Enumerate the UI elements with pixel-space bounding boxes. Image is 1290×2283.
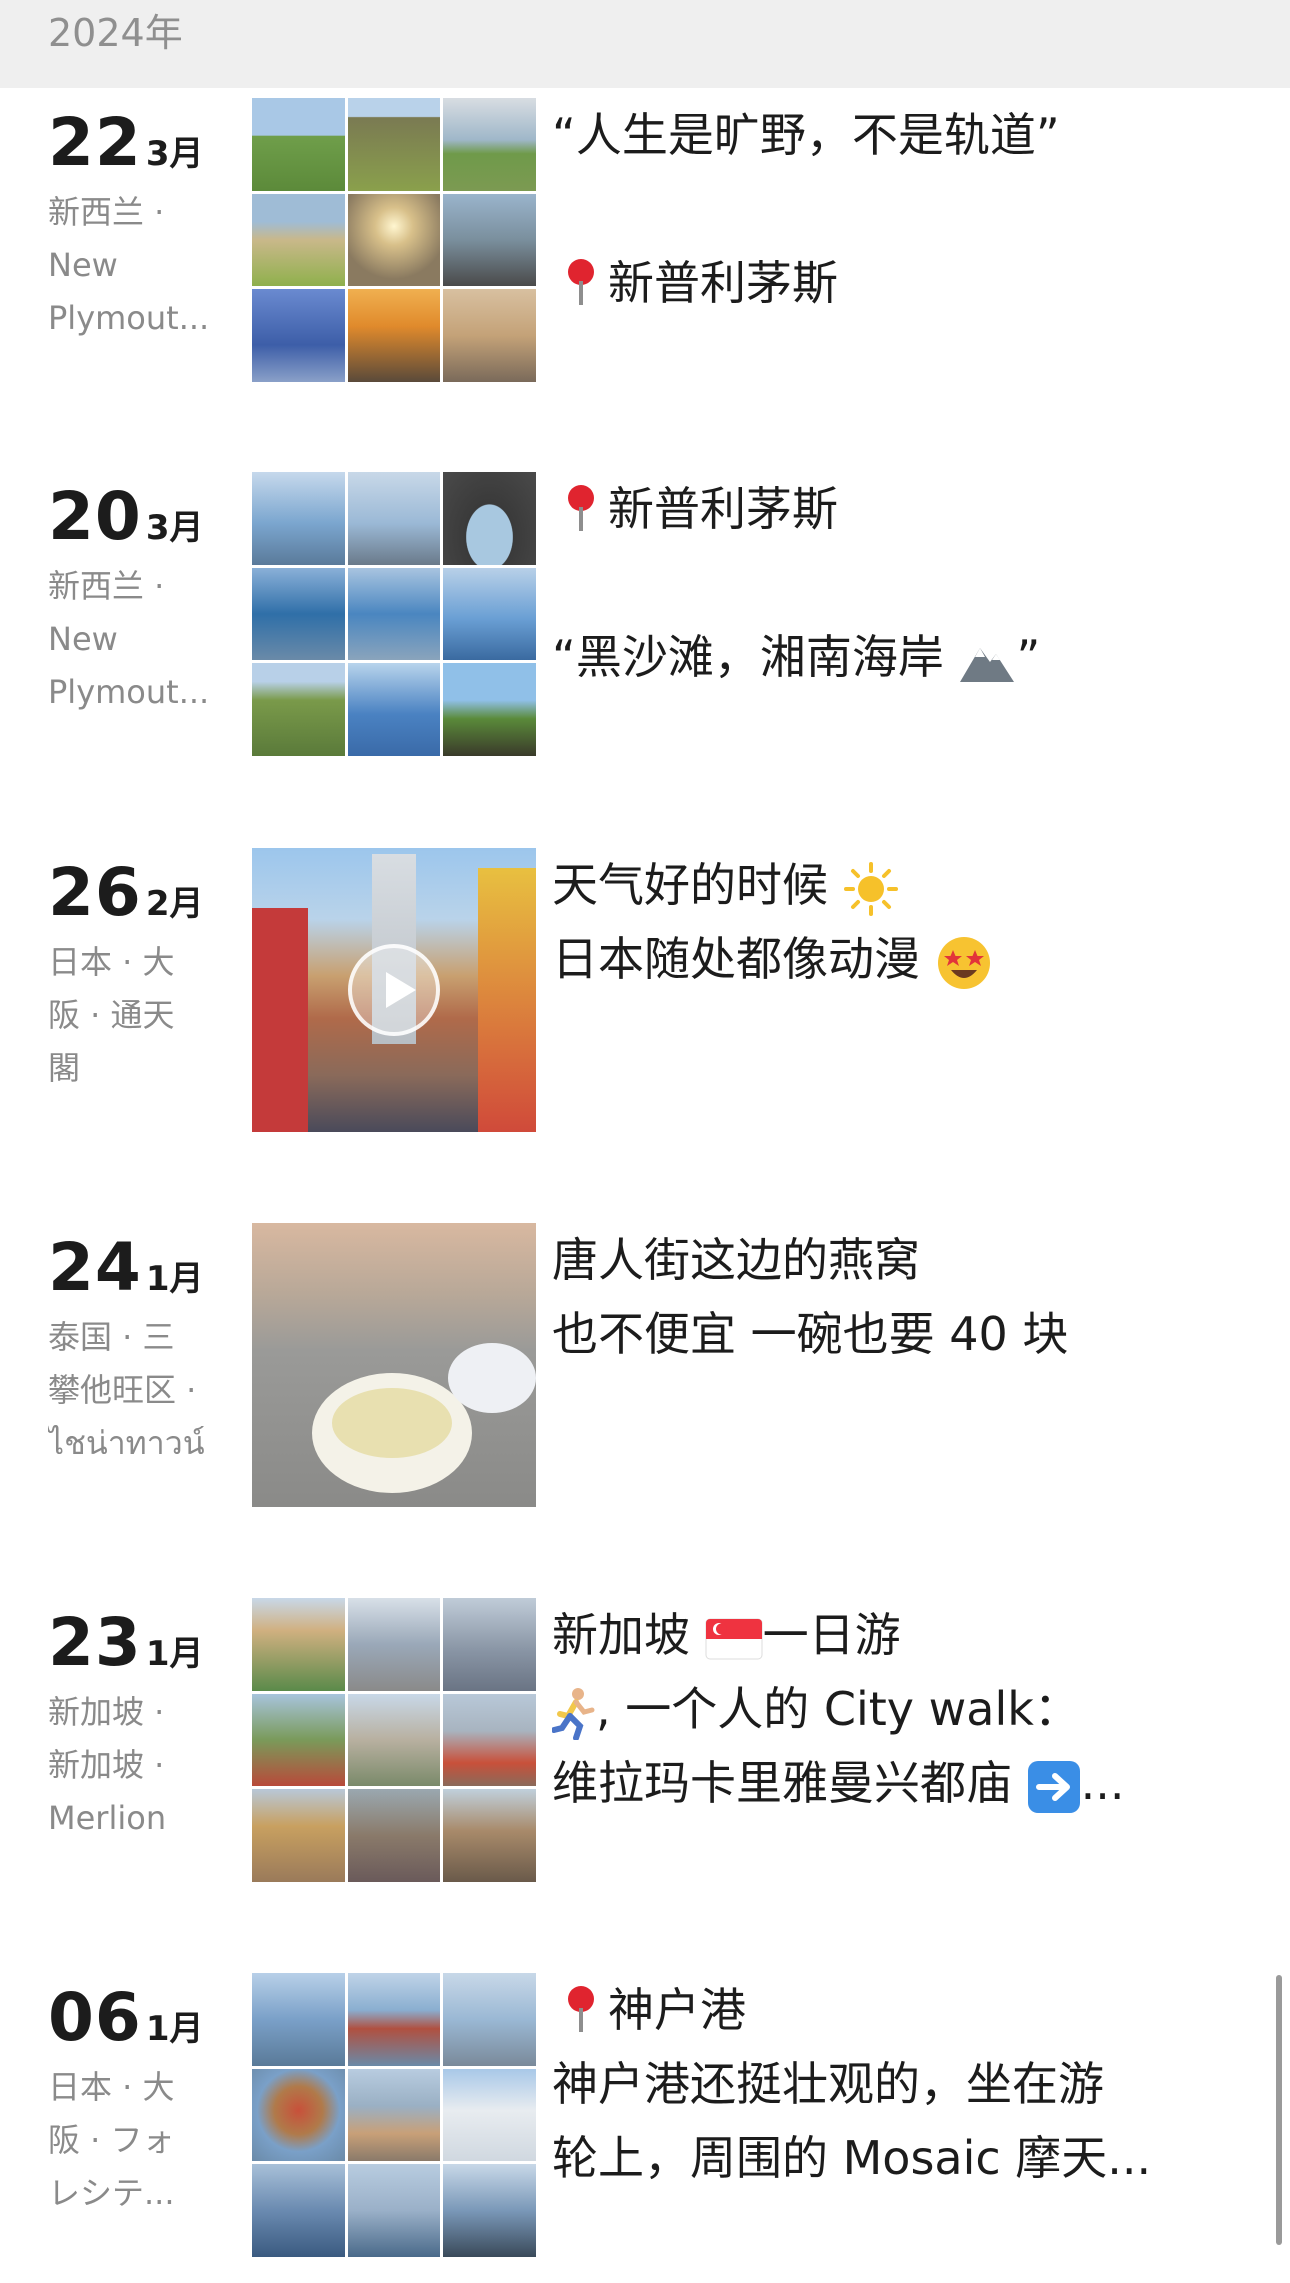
photo-thumbnail[interactable]	[347, 98, 441, 191]
photo-thumbnail[interactable]	[252, 98, 345, 191]
photo-thumbnail[interactable]	[252, 567, 345, 661]
photo-thumbnail[interactable]	[347, 1598, 441, 1691]
photo-thumbnail[interactable]	[347, 2164, 441, 2257]
moment-entry[interactable]: 22 3月 新西兰 · New Plymout... “人生是旷野，不是轨道” 新…	[0, 98, 1290, 388]
day-number: 06	[48, 1979, 142, 2056]
location-pin-icon	[566, 485, 596, 531]
entry-date: 20 3月	[48, 478, 204, 555]
photo-thumbnail[interactable]	[347, 193, 441, 287]
photo-thumbnail[interactable]	[252, 663, 345, 756]
storefront-left	[252, 908, 308, 1132]
entry-caption: 新加坡 一日游 , 一个人的 City walk： 维拉玛卡里雅曼兴都庙 ...	[552, 1598, 1212, 1820]
photo-thumbnail[interactable]	[252, 289, 345, 382]
photo-thumbnail[interactable]	[443, 472, 536, 565]
location-pin-icon	[566, 259, 596, 305]
photo-grid[interactable]	[252, 472, 536, 756]
entry-caption: 天气好的时候 日本随处都像动漫	[552, 848, 1212, 996]
entry-date: 23 1月	[48, 1604, 204, 1681]
day-number: 26	[48, 854, 142, 931]
year-header: 2024年	[0, 0, 1290, 88]
photo-thumbnail[interactable]	[347, 289, 441, 382]
entry-date: 26 2月	[48, 854, 204, 931]
location-text: 新加坡 · 新加坡 · Merlion	[48, 1693, 167, 1837]
photo-grid[interactable]	[252, 1973, 536, 2257]
month-label: 3月	[145, 134, 204, 174]
photo-thumbnail[interactable]	[443, 98, 536, 191]
location-pin-icon	[566, 1986, 596, 2032]
location-text: 日本 · 大 阪 · 通天 閣	[48, 943, 175, 1087]
photo-thumbnail[interactable]	[443, 1598, 536, 1691]
photo-thumbnail[interactable]	[443, 1693, 536, 1787]
month-label: 2月	[145, 884, 204, 924]
month-label: 1月	[145, 1634, 204, 1674]
play-icon[interactable]	[348, 944, 440, 1036]
photo-thumbnail[interactable]	[443, 1973, 536, 2066]
photo-thumbnail[interactable]	[347, 1789, 441, 1882]
location-text: 新西兰 · New Plymout...	[48, 567, 210, 711]
photo-thumbnail[interactable]	[443, 289, 536, 382]
photo-thumbnail[interactable]	[252, 1789, 345, 1882]
moment-entry[interactable]: 06 1月 日本 · 大 阪 · フォ レシテ... 神户港 神户港还挺壮观的，坐…	[0, 1973, 1290, 2263]
photo-thumbnail[interactable]	[252, 1693, 345, 1787]
right-arrow-icon	[1027, 1760, 1080, 1813]
photo-thumbnail[interactable]	[252, 2164, 345, 2257]
moment-entry[interactable]: 23 1月 新加坡 · 新加坡 · Merlion 新加坡 一日游 , 一个人的 …	[0, 1598, 1290, 1888]
photo-thumbnail[interactable]	[347, 1693, 441, 1787]
photo-grid[interactable]	[252, 98, 536, 382]
photo-thumbnail[interactable]	[443, 663, 536, 756]
photo-thumbnail[interactable]	[443, 2164, 536, 2257]
photo-thumbnail[interactable]	[347, 472, 441, 565]
storefront-right	[478, 868, 536, 1132]
photo-thumbnail[interactable]	[443, 567, 536, 661]
moment-entry[interactable]: 24 1月 泰国 · 三 攀他旺区 · ไชน่าทาวน์ 唐人街这边的燕窝 也…	[0, 1223, 1290, 1513]
location-text: 日本 · 大 阪 · フォ レシテ...	[48, 2068, 175, 2212]
location-text: 新西兰 · New Plymout...	[48, 193, 210, 337]
day-number: 24	[48, 1229, 142, 1306]
entry-date: 06 1月	[48, 1979, 204, 2056]
scrollbar[interactable]	[1276, 1975, 1282, 2245]
month-label: 3月	[145, 508, 204, 548]
entry-date: 24 1月	[48, 1229, 204, 1306]
photo-thumbnail[interactable]	[443, 2068, 536, 2162]
video-thumbnail[interactable]	[252, 848, 536, 1132]
location-text: 泰国 · 三 攀他旺区 · ไชน่าทาวน์	[48, 1318, 205, 1462]
bowl-shape	[448, 1343, 536, 1413]
entry-caption: 新普利茅斯 “黑沙滩，湘南海岸 ”	[552, 482, 1041, 684]
day-number: 23	[48, 1604, 142, 1681]
soup-shape	[332, 1388, 452, 1458]
photo-thumbnail[interactable]	[252, 472, 345, 565]
entry-caption: “人生是旷野，不是轨道” 新普利茅斯	[552, 108, 1060, 310]
photo-thumbnail[interactable]	[347, 567, 441, 661]
photo-thumbnail[interactable]	[252, 2068, 345, 2162]
singapore-flag-icon	[705, 1618, 763, 1659]
entry-date: 22 3月	[48, 104, 204, 181]
photo-thumbnail[interactable]	[252, 193, 345, 287]
star-struck-face-icon	[937, 936, 990, 989]
photo-thumbnail[interactable]	[443, 193, 536, 287]
photo-thumbnail[interactable]	[443, 1789, 536, 1882]
person-running-icon	[552, 1687, 595, 1740]
photo-grid[interactable]	[252, 1598, 536, 1882]
sun-icon	[843, 861, 898, 916]
photo-thumbnail[interactable]	[252, 1973, 345, 2066]
photo-thumbnail[interactable]	[347, 1973, 441, 2066]
month-label: 1月	[145, 2009, 204, 2049]
entry-caption: 神户港 神户港还挺壮观的，坐在游 轮上，周围的 Mosaic 摩天...	[552, 1983, 1152, 2185]
year-label: 2024年	[48, 11, 183, 55]
moment-entry[interactable]: 20 3月 新西兰 · New Plymout... 新普利茅斯 “黑沙滩，湘南海…	[0, 472, 1290, 762]
mountain-icon	[960, 647, 1015, 682]
photo-thumbnail[interactable]	[347, 663, 441, 756]
photo-thumbnail[interactable]	[252, 1223, 536, 1507]
photo-thumbnail[interactable]	[252, 1598, 345, 1691]
day-number: 20	[48, 478, 142, 555]
entry-caption: 唐人街这边的燕窝 也不便宜 一碗也要 40 块	[552, 1233, 1069, 1361]
day-number: 22	[48, 104, 142, 181]
month-label: 1月	[145, 1259, 204, 1299]
moment-entry[interactable]: 26 2月 日本 · 大 阪 · 通天 閣 天气好的时候 日本随处都像动漫	[0, 848, 1290, 1138]
photo-thumbnail[interactable]	[347, 2068, 441, 2162]
